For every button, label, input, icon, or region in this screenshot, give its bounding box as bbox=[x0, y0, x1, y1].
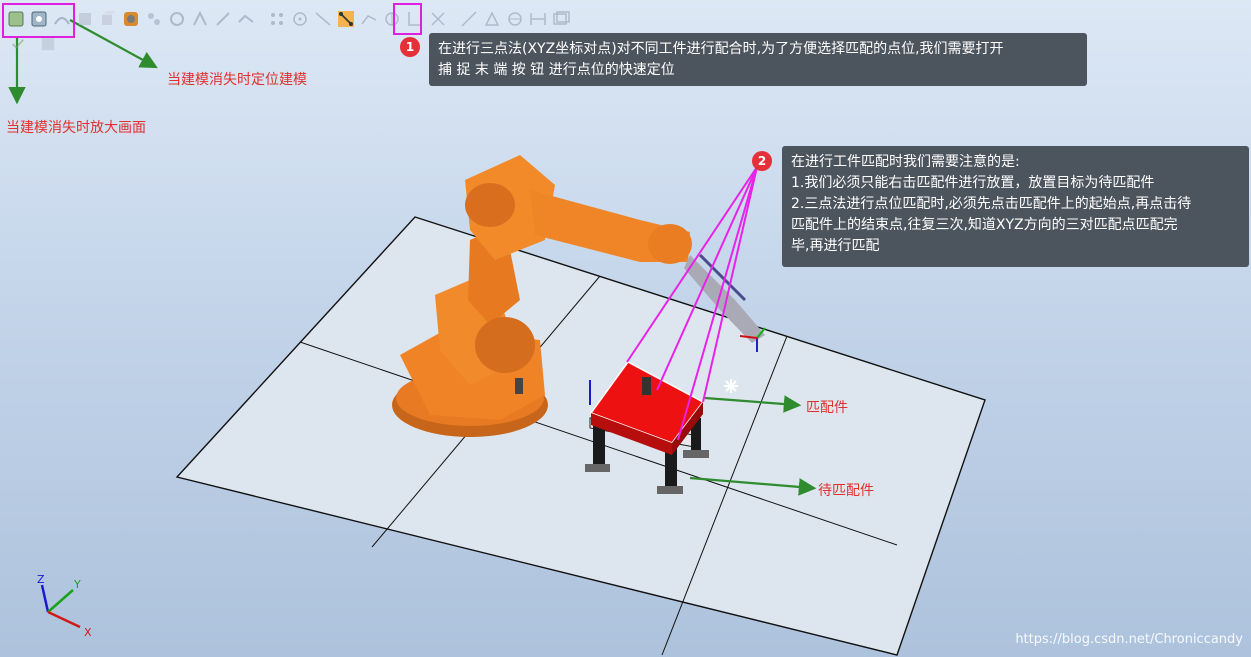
tooltip-2-line-2: 1.我们必须只能右击匹配件进行放置，放置目标为待匹配件 bbox=[791, 175, 1155, 191]
measure-span-icon[interactable] bbox=[528, 9, 548, 29]
snap-object-icon[interactable] bbox=[267, 9, 287, 29]
select-part-icon[interactable] bbox=[121, 9, 141, 29]
axis-label-x: X bbox=[84, 626, 92, 639]
tooltip-2-line-1: 在进行工件匹配时我们需要注意的是: bbox=[791, 154, 1020, 170]
second-row-icons bbox=[10, 36, 56, 52]
select-path-icon[interactable] bbox=[236, 9, 256, 29]
snap-center-icon[interactable] bbox=[290, 9, 310, 29]
locate-note: 当建模消失时定位建模 bbox=[167, 72, 307, 88]
measure-diameter-icon[interactable] bbox=[459, 9, 479, 29]
highlight-view-buttons bbox=[2, 3, 75, 38]
box-icon[interactable] bbox=[40, 36, 56, 52]
window-icon[interactable] bbox=[551, 9, 571, 29]
measure-shortest-icon[interactable] bbox=[505, 9, 525, 29]
3d-viewport[interactable]: Z Y X bbox=[0, 0, 1251, 657]
tooltip-1-badge: 1 bbox=[400, 37, 420, 57]
tooltip-1: 在进行三点法(XYZ坐标对点)对不同工件进行配合时,为了方便选择匹配的点位,我们… bbox=[429, 33, 1087, 86]
measure-angle-icon[interactable] bbox=[428, 9, 448, 29]
tooltip-2-badge: 2 bbox=[752, 151, 772, 171]
select-body-icon[interactable] bbox=[98, 9, 118, 29]
snap-end-icon[interactable] bbox=[336, 9, 356, 29]
tooltip-1-line-1: 在进行三点法(XYZ坐标对点)对不同工件进行配合时,为了方便选择匹配的点位,我们… bbox=[438, 41, 1004, 57]
axis-label-y: Y bbox=[73, 578, 81, 591]
tooltip-2-line-3: 2.三点法进行点位匹配时,必须先点击匹配件上的起始点,再点击待 bbox=[791, 196, 1192, 212]
tooltip-2-line-5: 毕,再进行匹配 bbox=[791, 238, 880, 254]
highlight-snap-end-button bbox=[393, 3, 422, 35]
zoom-note: 当建模消失时放大画面 bbox=[6, 120, 146, 136]
tooltip-2-line-4: 匹配件上的结束点,往复三次,知道XYZ方向的三对匹配点匹配完 bbox=[791, 217, 1178, 233]
target-point-marker bbox=[724, 379, 738, 393]
matching-part-label: 匹配件 bbox=[806, 400, 848, 416]
measure-distance-icon[interactable] bbox=[482, 9, 502, 29]
floor-grid bbox=[175, 216, 986, 656]
check-icon[interactable] bbox=[10, 36, 26, 52]
target-part-label: 待匹配件 bbox=[818, 483, 874, 499]
select-target-icon[interactable] bbox=[190, 9, 210, 29]
snap-midpoint-icon[interactable] bbox=[313, 9, 333, 29]
select-surface-icon[interactable] bbox=[75, 9, 95, 29]
axis-label-z: Z bbox=[37, 573, 45, 586]
select-mechanism-icon[interactable] bbox=[167, 9, 187, 29]
tooltip-1-line-2: 捕 捉 末 端 按 钮 进行点位的快速定位 bbox=[438, 62, 675, 78]
watermark: https://blog.csdn.net/Chroniccandy bbox=[1015, 632, 1243, 647]
select-group-icon[interactable] bbox=[144, 9, 164, 29]
axis-triad: Z Y X bbox=[37, 573, 92, 639]
tooltip-2: 在进行工件匹配时我们需要注意的是: 1.我们必须只能右击匹配件进行放置，放置目标… bbox=[782, 146, 1249, 267]
select-frame-icon[interactable] bbox=[213, 9, 233, 29]
snap-edge-icon[interactable] bbox=[359, 9, 379, 29]
graphics-toolbar bbox=[6, 6, 571, 32]
